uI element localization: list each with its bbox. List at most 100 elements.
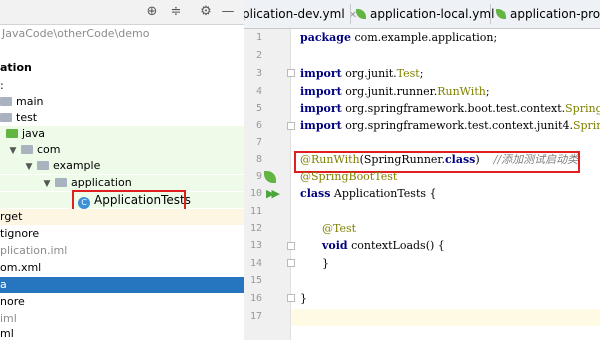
code-line-9: @SpringBootTest (300, 168, 397, 186)
tree-item-label: iml (0, 312, 17, 325)
tree-item-label: om.xml (0, 261, 42, 274)
tree-item-module[interactable]: ation (0, 60, 244, 76)
tab-application-local[interactable]: application-local.yml✕ (356, 0, 507, 28)
tree-item-main[interactable]: main (0, 94, 244, 110)
tree-item-label: example (53, 159, 101, 172)
code-text: com.example.application; (350, 31, 498, 44)
line-number: 12 (249, 223, 262, 234)
tree-item-example[interactable]: ▼ example (0, 158, 244, 174)
code-text: org.springframework.test.context.junit4. (341, 119, 573, 132)
tree-item-iml[interactable]: plication.iml (0, 243, 244, 259)
tree-item-java[interactable]: java (0, 126, 244, 142)
tree-item-pom[interactable]: om.xml (0, 260, 244, 276)
keyword: void (322, 239, 348, 252)
tree-item-label: main (16, 95, 44, 108)
folder-icon (0, 97, 12, 106)
fold-marker-icon[interactable] (287, 259, 295, 267)
line-number: 1 (255, 32, 262, 43)
tree-item-label: a (0, 278, 7, 291)
chevron-down-icon[interactable]: ▼ (24, 159, 34, 175)
keyword: class (300, 187, 331, 200)
keyword: package (300, 31, 351, 44)
chevron-down-icon[interactable]: ▼ (8, 143, 18, 159)
code-text: ; (419, 67, 424, 80)
tree-item-label: com (37, 143, 61, 156)
chevron-down-icon[interactable]: ▼ (42, 176, 52, 192)
code-line-12: @Test (322, 220, 356, 238)
line-number: 15 (249, 275, 262, 286)
tree-item-target[interactable]: rget (0, 209, 244, 225)
fold-marker-icon[interactable] (287, 122, 295, 130)
crosshair-icon[interactable]: ⊕ (144, 4, 160, 20)
fold-marker-icon[interactable] (287, 294, 295, 302)
fold-marker-icon[interactable] (287, 69, 295, 77)
tree-item-com[interactable]: ▼ com (0, 142, 244, 158)
tree-item-label: ation (0, 61, 32, 74)
tree-item-selected[interactable]: a (0, 277, 244, 293)
keyword: import (300, 102, 342, 115)
line-number: 14 (249, 258, 262, 269)
code-line-4: import org.junit.runner.RunWith; (300, 83, 490, 101)
code-text: } (300, 292, 307, 305)
package-icon (21, 145, 33, 154)
run-test-icon[interactable]: ▶▶ (266, 187, 280, 200)
tree-item-gitignore[interactable]: tignore (0, 226, 244, 242)
code-text: ApplicationTests { (330, 187, 437, 200)
tree-item-test[interactable]: test (0, 110, 244, 126)
code-line-10: class ApplicationTests { (300, 185, 437, 203)
tab-application-prod[interactable]: application-prod.ym (496, 0, 600, 28)
line-number: 7 (255, 137, 262, 148)
tab-label: application-local.yml (370, 7, 495, 21)
keyword: import (300, 67, 342, 80)
line-number: 11 (249, 206, 262, 217)
code-text: } (322, 257, 329, 270)
package-icon (55, 178, 67, 187)
minimize-icon[interactable]: — (220, 4, 236, 20)
tree-item-iml-2[interactable]: iml (0, 311, 244, 327)
tab-divider (350, 4, 351, 24)
current-line-highlight (291, 309, 600, 326)
class-ref: RunWith (437, 85, 486, 98)
code-text: org.springframework.boot.test.context. (341, 102, 566, 115)
collapse-icon[interactable]: ≑ (168, 4, 184, 20)
tree-item-label: tignore (0, 227, 40, 240)
code-line-3: import org.junit.Test; (300, 65, 423, 83)
tree-item-src[interactable]: : (0, 78, 244, 94)
line-number: 3 (255, 68, 262, 79)
tree-item-label: ml (0, 327, 14, 340)
tree-item-application[interactable]: ▼ application (0, 175, 244, 191)
keyword: import (300, 85, 342, 98)
project-path: JavaCode\otherCode\demo (2, 27, 150, 40)
tree-item-gitignore-2[interactable]: nore (0, 294, 244, 310)
spring-leaf-icon (496, 9, 506, 19)
tab-divider (490, 4, 491, 24)
gear-icon[interactable]: ⚙ (198, 4, 214, 20)
code-text: org.junit. (341, 67, 397, 80)
tab-label: application-prod.ym (510, 7, 600, 21)
tree-item-label: plication.iml (0, 244, 68, 257)
spring-leaf-icon (356, 9, 366, 19)
code-line-1: package com.example.application; (300, 29, 497, 47)
code-line-14: } (322, 255, 329, 273)
tab-application-dev[interactable]: plication-dev.yml ✕ (244, 0, 357, 28)
class-ref: Test (396, 67, 420, 80)
annotation: @SpringBootTest (300, 170, 398, 183)
code-line-6: import org.springframework.test.context.… (300, 117, 600, 135)
keyword: import (300, 119, 342, 132)
tree-item-label: application (71, 176, 132, 189)
tree-item-xml[interactable]: ml (0, 326, 244, 340)
tree-item-label: rget (0, 210, 23, 223)
class-ref: SpringBoo (565, 102, 600, 115)
code-text: ; (485, 85, 490, 98)
fold-marker-icon[interactable] (287, 242, 295, 250)
annotation: @Test (322, 222, 357, 235)
line-number: 13 (249, 240, 262, 251)
code-text: org.junit.runner. (341, 85, 438, 98)
folder-icon (0, 113, 12, 122)
tree-item-label: nore (0, 295, 25, 308)
code-line-16: } (300, 290, 307, 308)
line-number: 8 (255, 154, 262, 165)
package-icon (37, 161, 49, 170)
editor-tabbar: plication-dev.yml ✕ application-local.yml… (244, 0, 600, 29)
tree-item-label: test (16, 111, 38, 124)
